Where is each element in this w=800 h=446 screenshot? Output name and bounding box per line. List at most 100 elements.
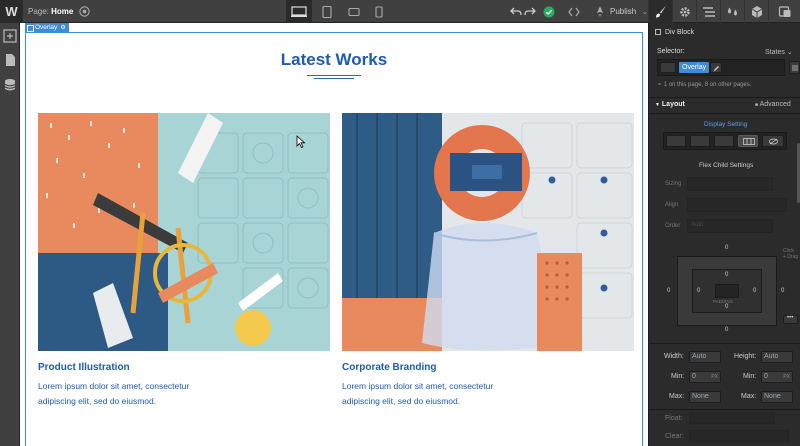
add-element-icon[interactable] <box>3 29 17 43</box>
min-width-label: Min: <box>671 373 685 380</box>
gear-icon <box>679 6 690 17</box>
work-description[interactable]: Lorem ipsum dolor sit amet, consectetur … <box>342 379 512 409</box>
sizing-controls[interactable] <box>687 177 773 191</box>
max-width-input[interactable]: None <box>689 391 721 403</box>
order-controls[interactable]: Auto <box>687 219 773 233</box>
selector-menu-button[interactable] <box>789 61 800 74</box>
height-input[interactable]: Auto <box>761 351 793 363</box>
settings-panel-tab[interactable] <box>672 0 696 23</box>
publish-button[interactable]: Publish ⌄ <box>592 0 652 23</box>
states-label: States <box>765 49 785 56</box>
title-underline-top <box>307 75 361 76</box>
min-width-unit[interactable]: PX <box>711 372 718 382</box>
mobile-portrait-view-button[interactable] <box>366 0 392 23</box>
navigator-panel-tab[interactable] <box>696 0 720 23</box>
webflow-logo[interactable]: W <box>0 0 23 23</box>
work-image-product-illustration[interactable] <box>38 113 330 351</box>
min-width-input[interactable]: 0 PX <box>689 371 721 383</box>
min-height-value: 0 <box>764 373 768 380</box>
interactions-icon <box>778 5 790 17</box>
interactions-panel-tab[interactable] <box>768 0 800 23</box>
navigator-list-icon <box>702 6 715 17</box>
pencil-icon <box>713 65 719 71</box>
display-none-button[interactable] <box>762 135 784 147</box>
max-height-label: Max: <box>741 393 757 400</box>
float-controls[interactable] <box>689 412 775 424</box>
padding-bottom-value[interactable]: 0 <box>725 304 728 310</box>
link-icon: ⚬ <box>657 82 663 88</box>
padding-label: PADDING <box>713 299 734 304</box>
selector-chip-overlay[interactable]: Overlay <box>679 62 710 73</box>
cms-database-icon[interactable] <box>3 78 17 92</box>
work-title[interactable]: Corporate Branding <box>342 362 634 373</box>
margin-bottom-value[interactable]: 0 <box>725 327 728 333</box>
work-title[interactable]: Product Illustration <box>38 362 330 373</box>
selected-element-tag[interactable]: Overlay ⚙ <box>25 23 69 32</box>
display-flex-button[interactable] <box>738 135 758 147</box>
top-bar: W Page: Home Publish ⌄ <box>0 0 800 23</box>
margin-top-value[interactable]: 0 <box>725 245 728 251</box>
display-inline-block-button[interactable] <box>690 135 710 147</box>
sizing-label: Sizing <box>665 181 682 187</box>
states-dropdown[interactable]: States ⌄ <box>765 48 793 56</box>
code-export-button[interactable] <box>564 0 584 23</box>
work-card-product-illustration[interactable]: Product Illustration Lorem ipsum dolor s… <box>38 113 330 409</box>
edit-selector-button[interactable] <box>710 62 722 73</box>
selector-label: Selector: <box>657 48 685 55</box>
work-description[interactable]: Lorem ipsum dolor sit amet, consectetur … <box>38 379 208 409</box>
float-label: Float: <box>665 415 683 422</box>
min-height-unit[interactable]: PX <box>783 372 790 382</box>
element-settings-gear-icon[interactable]: ⚙ <box>60 25 65 31</box>
advanced-label: Advanced <box>759 101 791 108</box>
padding-right-value[interactable]: 0 <box>753 288 756 294</box>
selector-field[interactable]: Overlay <box>657 59 785 76</box>
min-height-label: Min: <box>743 373 757 380</box>
design-canvas[interactable]: Overlay ⚙ Latest Works Product Illustrat… <box>20 23 648 446</box>
align-controls[interactable] <box>687 198 787 212</box>
publish-label: Publish <box>610 7 637 16</box>
display-inline-button[interactable] <box>714 135 734 147</box>
min-height-input[interactable]: 0 PX <box>761 371 793 383</box>
box-model-margin[interactable]: 0 0 0 PADDING 0 <box>677 256 777 326</box>
status-check-button[interactable] <box>539 0 559 23</box>
flex-child-settings-label: Flex Child Settings <box>699 162 754 169</box>
mobile-landscape-icon <box>348 7 360 16</box>
layout-section-header[interactable]: ▼ Layout <box>655 101 685 108</box>
selector-usage-text: 1 on this page, 8 on other pages. <box>663 82 752 88</box>
menu-lines-icon <box>792 65 798 71</box>
section-title[interactable]: Latest Works <box>20 50 648 70</box>
mobile-portrait-icon <box>375 5 383 18</box>
redo-button[interactable] <box>520 0 540 23</box>
page-selector[interactable]: Page: Home <box>28 0 73 23</box>
symbols-panel-tab[interactable] <box>744 0 768 23</box>
max-width-label: Max: <box>669 393 685 400</box>
width-input[interactable]: Auto <box>689 351 721 363</box>
work-image-corporate-branding[interactable] <box>342 113 634 351</box>
align-label: Align <box>665 202 679 208</box>
box-model-more-button[interactable]: ••• <box>783 315 798 324</box>
style-manager-panel-tab[interactable] <box>720 0 744 23</box>
clear-controls[interactable] <box>689 430 789 442</box>
display-block-button[interactable] <box>666 135 686 147</box>
flex-icon <box>743 138 755 145</box>
tablet-view-button[interactable] <box>314 0 340 23</box>
caret-down-icon: ▼ <box>655 102 660 108</box>
pages-icon[interactable] <box>3 53 17 67</box>
desktop-view-button[interactable] <box>286 0 312 23</box>
padding-left-value[interactable]: 0 <box>697 288 700 294</box>
toggle-icon: ■ <box>755 102 759 108</box>
work-card-corporate-branding[interactable]: Corporate Branding Lorem ipsum dolor sit… <box>342 113 634 409</box>
margin-right-value[interactable]: 0 <box>781 288 784 294</box>
mobile-landscape-view-button[interactable] <box>341 0 367 23</box>
page-prefix: Page: <box>28 7 49 16</box>
box-model-padding[interactable]: 0 0 0 PADDING 0 <box>692 269 762 313</box>
preview-eye-icon[interactable] <box>78 5 91 18</box>
margin-left-value[interactable]: 0 <box>667 288 670 294</box>
padding-top-value[interactable]: 0 <box>725 272 728 278</box>
display-setting-label: Display Setting <box>704 121 748 128</box>
selector-mode-button[interactable] <box>660 62 676 73</box>
paintbrush-icon <box>655 5 666 17</box>
style-panel-tab[interactable] <box>648 0 672 23</box>
advanced-toggle[interactable]: ■ Advanced <box>755 101 791 108</box>
max-height-input[interactable]: None <box>761 391 793 403</box>
